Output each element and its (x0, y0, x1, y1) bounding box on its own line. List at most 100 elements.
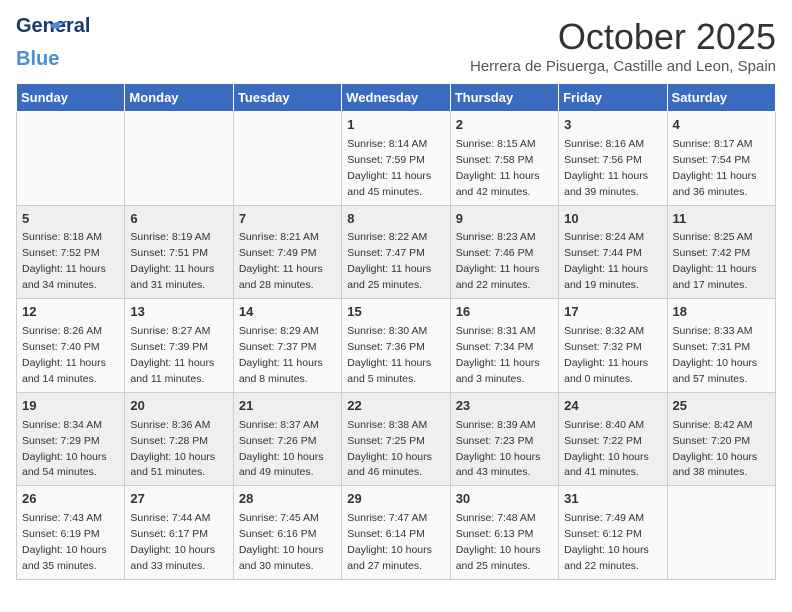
calendar-cell: 19 Sunrise: 8:34 AM Sunset: 7:29 PM Dayli… (17, 392, 125, 486)
calendar-cell: 12 Sunrise: 8:26 AM Sunset: 7:40 PM Dayli… (17, 299, 125, 393)
col-header-tuesday: Tuesday (233, 84, 341, 112)
calendar-table: SundayMondayTuesdayWednesdayThursdayFrid… (16, 83, 776, 580)
calendar-cell: 13 Sunrise: 8:27 AM Sunset: 7:39 PM Dayli… (125, 299, 233, 393)
day-info: Sunrise: 8:27 AM Sunset: 7:39 PM Dayligh… (130, 325, 214, 385)
day-number: 13 (130, 303, 227, 322)
day-info: Sunrise: 8:14 AM Sunset: 7:59 PM Dayligh… (347, 138, 431, 198)
calendar-cell: 28 Sunrise: 7:45 AM Sunset: 6:16 PM Dayli… (233, 486, 341, 580)
calendar-cell: 5 Sunrise: 8:18 AM Sunset: 7:52 PM Daylig… (17, 205, 125, 299)
day-info: Sunrise: 8:23 AM Sunset: 7:46 PM Dayligh… (456, 231, 540, 291)
calendar-cell: 8Sunrise: 8:22 AM Sunset: 7:47 PM Daylig… (342, 205, 450, 299)
day-number: 14 (239, 303, 336, 322)
day-info: Sunrise: 8:42 AM Sunset: 7:20 PM Dayligh… (673, 419, 758, 479)
day-info: Sunrise: 8:19 AM Sunset: 7:51 PM Dayligh… (130, 231, 214, 291)
day-number: 30 (456, 490, 553, 509)
day-number: 4 (673, 116, 770, 135)
day-number: 6 (130, 210, 227, 229)
day-number: 23 (456, 397, 553, 416)
calendar-cell (233, 112, 341, 206)
calendar-cell: 6 Sunrise: 8:19 AM Sunset: 7:51 PM Daylig… (125, 205, 233, 299)
day-info: Sunrise: 8:17 AM Sunset: 7:54 PM Dayligh… (673, 138, 757, 198)
day-info: Sunrise: 8:39 AM Sunset: 7:23 PM Dayligh… (456, 419, 541, 479)
day-number: 16 (456, 303, 553, 322)
day-info: Sunrise: 8:31 AM Sunset: 7:34 PM Dayligh… (456, 325, 540, 385)
col-header-saturday: Saturday (667, 84, 775, 112)
col-header-monday: Monday (125, 84, 233, 112)
day-info: Sunrise: 8:37 AM Sunset: 7:26 PM Dayligh… (239, 419, 324, 479)
day-number: 12 (22, 303, 119, 322)
day-number: 19 (22, 397, 119, 416)
day-info: Sunrise: 8:33 AM Sunset: 7:31 PM Dayligh… (673, 325, 758, 385)
calendar-cell: 31 Sunrise: 7:49 AM Sunset: 6:12 PM Dayli… (559, 486, 667, 580)
day-info: Sunrise: 8:16 AM Sunset: 7:56 PM Dayligh… (564, 138, 648, 198)
calendar-cell: 24 Sunrise: 8:40 AM Sunset: 7:22 PM Dayli… (559, 392, 667, 486)
calendar-cell: 22 Sunrise: 8:38 AM Sunset: 7:25 PM Dayli… (342, 392, 450, 486)
calendar-cell: 4 Sunrise: 8:17 AM Sunset: 7:54 PM Daylig… (667, 112, 775, 206)
calendar-cell: 9Sunrise: 8:23 AM Sunset: 7:46 PM Daylig… (450, 205, 558, 299)
day-number: 21 (239, 397, 336, 416)
day-number: 1 (347, 116, 444, 135)
calendar-cell: 17 Sunrise: 8:32 AM Sunset: 7:32 PM Dayli… (559, 299, 667, 393)
location-title: Herrera de Pisuerga, Castille and Leon, … (470, 58, 776, 75)
calendar-cell (17, 112, 125, 206)
day-info: Sunrise: 7:49 AM Sunset: 6:12 PM Dayligh… (564, 512, 649, 572)
calendar-cell: 11 Sunrise: 8:25 AM Sunset: 7:42 PM Dayli… (667, 205, 775, 299)
calendar-cell: 16 Sunrise: 8:31 AM Sunset: 7:34 PM Dayli… (450, 299, 558, 393)
col-header-wednesday: Wednesday (342, 84, 450, 112)
calendar-cell: 21 Sunrise: 8:37 AM Sunset: 7:26 PM Dayli… (233, 392, 341, 486)
calendar-cell (667, 486, 775, 580)
calendar-cell: 7 Sunrise: 8:21 AM Sunset: 7:49 PM Daylig… (233, 205, 341, 299)
day-info: Sunrise: 8:40 AM Sunset: 7:22 PM Dayligh… (564, 419, 649, 479)
day-number: 31 (564, 490, 661, 509)
calendar-cell: 14Sunrise: 8:29 AM Sunset: 7:37 PM Dayli… (233, 299, 341, 393)
calendar-cell: 23 Sunrise: 8:39 AM Sunset: 7:23 PM Dayli… (450, 392, 558, 486)
day-info: Sunrise: 8:18 AM Sunset: 7:52 PM Dayligh… (22, 231, 106, 291)
day-number: 27 (130, 490, 227, 509)
day-number: 17 (564, 303, 661, 322)
day-number: 26 (22, 490, 119, 509)
day-number: 5 (22, 210, 119, 229)
day-number: 2 (456, 116, 553, 135)
day-number: 15 (347, 303, 444, 322)
calendar-cell: 2 Sunrise: 8:15 AM Sunset: 7:58 PM Daylig… (450, 112, 558, 206)
day-info: Sunrise: 8:30 AM Sunset: 7:36 PM Dayligh… (347, 325, 431, 385)
day-info: Sunrise: 8:26 AM Sunset: 7:40 PM Dayligh… (22, 325, 106, 385)
day-info: Sunrise: 8:34 AM Sunset: 7:29 PM Dayligh… (22, 419, 107, 479)
calendar-cell: 26Sunrise: 7:43 AM Sunset: 6:19 PM Dayli… (17, 486, 125, 580)
logo-bird-icon (48, 18, 68, 32)
calendar-cell: 30 Sunrise: 7:48 AM Sunset: 6:13 PM Dayli… (450, 486, 558, 580)
calendar-cell: 27Sunrise: 7:44 AM Sunset: 6:17 PM Dayli… (125, 486, 233, 580)
day-number: 28 (239, 490, 336, 509)
day-number: 24 (564, 397, 661, 416)
day-number: 20 (130, 397, 227, 416)
day-info: Sunrise: 8:25 AM Sunset: 7:42 PM Dayligh… (673, 231, 757, 291)
day-number: 11 (673, 210, 770, 229)
col-header-sunday: Sunday (17, 84, 125, 112)
month-title: October 2025 (470, 16, 776, 58)
logo: General Blue (16, 16, 60, 71)
day-number: 7 (239, 210, 336, 229)
calendar-cell: 1 Sunrise: 8:14 AM Sunset: 7:59 PM Daylig… (342, 112, 450, 206)
day-info: Sunrise: 7:48 AM Sunset: 6:13 PM Dayligh… (456, 512, 541, 572)
title-block: October 2025 Herrera de Pisuerga, Castil… (470, 16, 776, 75)
calendar-cell: 18Sunrise: 8:33 AM Sunset: 7:31 PM Dayli… (667, 299, 775, 393)
day-info: Sunrise: 7:45 AM Sunset: 6:16 PM Dayligh… (239, 512, 324, 572)
day-number: 22 (347, 397, 444, 416)
page-header: General Blue October 2025 Herrera de Pis… (16, 16, 776, 75)
calendar-cell: 25 Sunrise: 8:42 AM Sunset: 7:20 PM Dayli… (667, 392, 775, 486)
day-info: Sunrise: 8:38 AM Sunset: 7:25 PM Dayligh… (347, 419, 432, 479)
day-info: Sunrise: 7:47 AM Sunset: 6:14 PM Dayligh… (347, 512, 432, 572)
day-info: Sunrise: 8:24 AM Sunset: 7:44 PM Dayligh… (564, 231, 648, 291)
day-number: 10 (564, 210, 661, 229)
day-number: 8 (347, 210, 444, 229)
day-number: 25 (673, 397, 770, 416)
day-info: Sunrise: 8:32 AM Sunset: 7:32 PM Dayligh… (564, 325, 648, 385)
day-info: Sunrise: 8:15 AM Sunset: 7:58 PM Dayligh… (456, 138, 540, 198)
calendar-cell: 29 Sunrise: 7:47 AM Sunset: 6:14 PM Dayli… (342, 486, 450, 580)
day-number: 3 (564, 116, 661, 135)
day-info: Sunrise: 8:21 AM Sunset: 7:49 PM Dayligh… (239, 231, 323, 291)
calendar-cell (125, 112, 233, 206)
col-header-friday: Friday (559, 84, 667, 112)
calendar-cell: 15 Sunrise: 8:30 AM Sunset: 7:36 PM Dayli… (342, 299, 450, 393)
day-number: 29 (347, 490, 444, 509)
